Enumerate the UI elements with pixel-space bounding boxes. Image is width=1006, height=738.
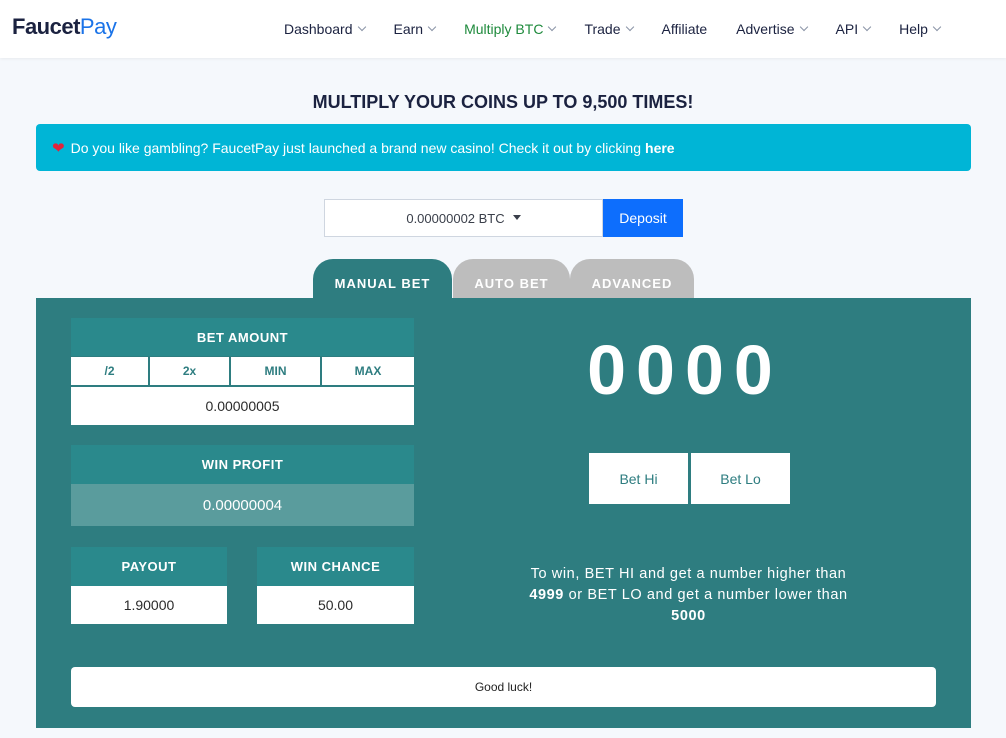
result-message: Good luck! bbox=[71, 667, 936, 707]
nav-help[interactable]: Help bbox=[899, 21, 942, 37]
win-instructions: To win, BET HI and get a number higher t… bbox=[529, 566, 848, 624]
top-header: FaucetPay Dashboard Earn Multiply BTC Tr… bbox=[0, 0, 1006, 58]
chevron-down-icon bbox=[625, 22, 634, 32]
nav-dashboard[interactable]: Dashboard bbox=[284, 21, 366, 37]
nav-multiply-btc[interactable]: Multiply BTC bbox=[464, 21, 557, 37]
bet-amount-input[interactable]: 0.00000005 bbox=[71, 387, 414, 425]
tab-auto-bet[interactable]: AUTO BET bbox=[453, 259, 570, 299]
faucetpay-logo[interactable]: FaucetPay bbox=[12, 14, 117, 40]
bet-lo-button[interactable]: Bet Lo bbox=[691, 453, 790, 504]
heart-icon: ❤ bbox=[52, 139, 65, 157]
alert-here-link[interactable]: here bbox=[645, 140, 675, 156]
nav-api[interactable]: API bbox=[836, 21, 872, 37]
win-chance-label: WIN CHANCE bbox=[257, 547, 414, 586]
hi-threshold: 4999 bbox=[529, 587, 564, 603]
main-nav: Dashboard Earn Multiply BTC Trade Affili… bbox=[284, 0, 969, 58]
alert-text: Do you like gambling? FaucetPay just lau… bbox=[70, 139, 642, 156]
bet-hi-button[interactable]: Bet Hi bbox=[589, 453, 688, 504]
win-chance-input[interactable]: 50.00 bbox=[257, 586, 414, 624]
win-profit-label: WIN PROFIT bbox=[71, 445, 414, 484]
page-title: MULTIPLY YOUR COINS UP TO 9,500 TIMES! bbox=[312, 92, 694, 112]
nav-affiliate[interactable]: Affiliate bbox=[662, 21, 708, 37]
casino-alert: ❤ Do you like gambling? FaucetPay just l… bbox=[36, 124, 971, 171]
currency-balance: 0.00000002 BTC bbox=[406, 210, 505, 226]
lo-threshold: 5000 bbox=[671, 608, 706, 624]
win-profit-value: 0.00000004 bbox=[71, 484, 414, 526]
chevron-down-icon bbox=[932, 22, 942, 32]
double-bet-button[interactable]: 2x bbox=[150, 357, 229, 385]
chevron-down-icon bbox=[862, 22, 872, 32]
half-bet-button[interactable]: /2 bbox=[71, 357, 148, 385]
payout-input[interactable]: 1.90000 bbox=[71, 586, 227, 624]
nav-trade[interactable]: Trade bbox=[584, 21, 634, 37]
max-bet-button[interactable]: MAX bbox=[322, 357, 414, 385]
bet-amount-label: BET AMOUNT bbox=[71, 318, 414, 356]
chevron-down-icon bbox=[427, 22, 437, 32]
payout-label: PAYOUT bbox=[71, 547, 227, 586]
currency-select[interactable]: 0.00000002 BTC bbox=[324, 199, 603, 237]
tab-advanced[interactable]: ADVANCED bbox=[570, 259, 694, 299]
chevron-down-icon bbox=[799, 22, 808, 32]
roll-number: 0000 bbox=[587, 331, 783, 409]
tab-manual-bet[interactable]: MANUAL BET bbox=[313, 259, 452, 299]
chevron-down-icon bbox=[548, 22, 557, 32]
nav-earn[interactable]: Earn bbox=[394, 21, 437, 37]
deposit-button[interactable]: Deposit bbox=[603, 199, 683, 237]
min-bet-button[interactable]: MIN bbox=[231, 357, 320, 385]
caret-down-icon bbox=[512, 214, 521, 220]
nav-advertise[interactable]: Advertise bbox=[736, 21, 808, 37]
chevron-down-icon bbox=[357, 22, 366, 32]
